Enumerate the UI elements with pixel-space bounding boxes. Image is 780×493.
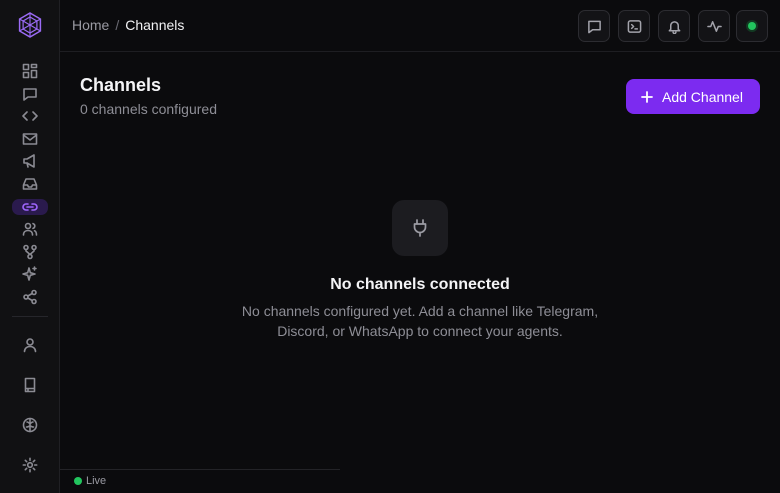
plug-icon <box>413 219 427 237</box>
users-icon[interactable] <box>21 220 39 238</box>
notifications-button[interactable] <box>658 10 690 42</box>
inbox-icon[interactable] <box>21 175 39 193</box>
chat-icon[interactable] <box>21 85 39 103</box>
breadcrumb-home[interactable]: Home <box>72 17 109 33</box>
page-subtitle: 0 channels configured <box>80 101 217 117</box>
sidebar <box>0 0 60 493</box>
empty-state-title: No channels connected <box>330 276 510 293</box>
add-channel-label: Add Channel <box>662 88 743 105</box>
terminal-button[interactable] <box>618 10 650 42</box>
empty-state-description: No channels configured yet. Add a channe… <box>241 303 599 339</box>
live-label: Live <box>86 475 107 487</box>
breadcrumb-current: Channels <box>125 17 185 33</box>
link-icon[interactable] <box>21 198 39 216</box>
messages-button[interactable] <box>578 10 610 42</box>
status-button[interactable] <box>736 10 768 42</box>
status-indicator <box>748 22 756 30</box>
message-icon <box>587 20 601 33</box>
user-icon[interactable] <box>21 336 39 354</box>
breadcrumb-separator: / <box>115 17 120 33</box>
add-channel-button[interactable]: Add Channel <box>626 79 760 114</box>
sidebar-divider <box>12 316 48 317</box>
activity-icon <box>706 20 722 32</box>
logo-icon[interactable] <box>17 12 43 38</box>
workflow-icon[interactable] <box>21 243 39 261</box>
page-title: Channels <box>80 75 162 95</box>
terminal-icon <box>627 19 641 33</box>
plus-icon <box>641 90 653 103</box>
live-status: Live <box>74 475 106 487</box>
status-footer: Live <box>60 469 340 493</box>
book-icon[interactable] <box>21 376 39 394</box>
live-dot-icon <box>74 477 82 485</box>
bell-icon <box>668 20 680 34</box>
settings-icon[interactable] <box>21 456 39 474</box>
mail-icon[interactable] <box>21 130 39 148</box>
activity-button[interactable] <box>698 10 730 42</box>
megaphone-icon[interactable] <box>21 152 39 170</box>
code-icon[interactable] <box>21 107 39 125</box>
sparkles-icon[interactable] <box>21 265 39 283</box>
top-header: Home / Channels <box>60 0 780 52</box>
empty-state-icon-box <box>392 200 448 256</box>
dashboard-icon[interactable] <box>21 62 39 80</box>
breadcrumb: Home / Channels <box>72 17 184 33</box>
brain-icon[interactable] <box>21 416 39 434</box>
share-icon[interactable] <box>21 288 39 306</box>
